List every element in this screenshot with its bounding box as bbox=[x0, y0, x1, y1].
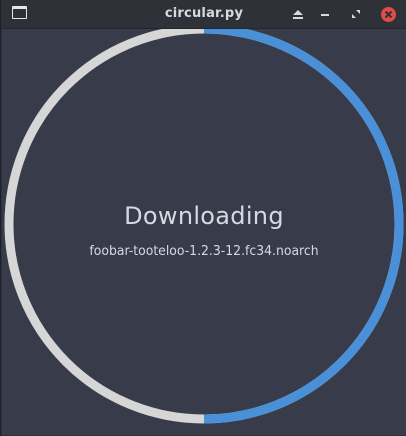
package-name: foobar-tooteloo-1.2.3-12.fc34.noarch bbox=[89, 243, 319, 259]
maximize-button[interactable] bbox=[348, 6, 364, 22]
close-button[interactable] bbox=[380, 6, 396, 22]
minimize-button[interactable] bbox=[317, 6, 333, 22]
shade-button[interactable] bbox=[290, 6, 306, 22]
close-button-circle bbox=[380, 6, 396, 22]
app-window: circular.py Downloading foobar-tooteloo-… bbox=[0, 0, 406, 436]
titlebar[interactable]: circular.py bbox=[1, 0, 406, 29]
minimize-icon bbox=[321, 14, 329, 16]
progress-area: Downloading foobar-tooteloo-1.2.3-12.fc3… bbox=[2, 29, 406, 435]
eject-icon bbox=[293, 10, 303, 19]
status-label: Downloading bbox=[124, 202, 284, 230]
close-icon bbox=[384, 10, 392, 18]
maximize-icon bbox=[352, 10, 360, 18]
circular-progress bbox=[4, 29, 404, 424]
window-title: circular.py bbox=[164, 6, 244, 21]
